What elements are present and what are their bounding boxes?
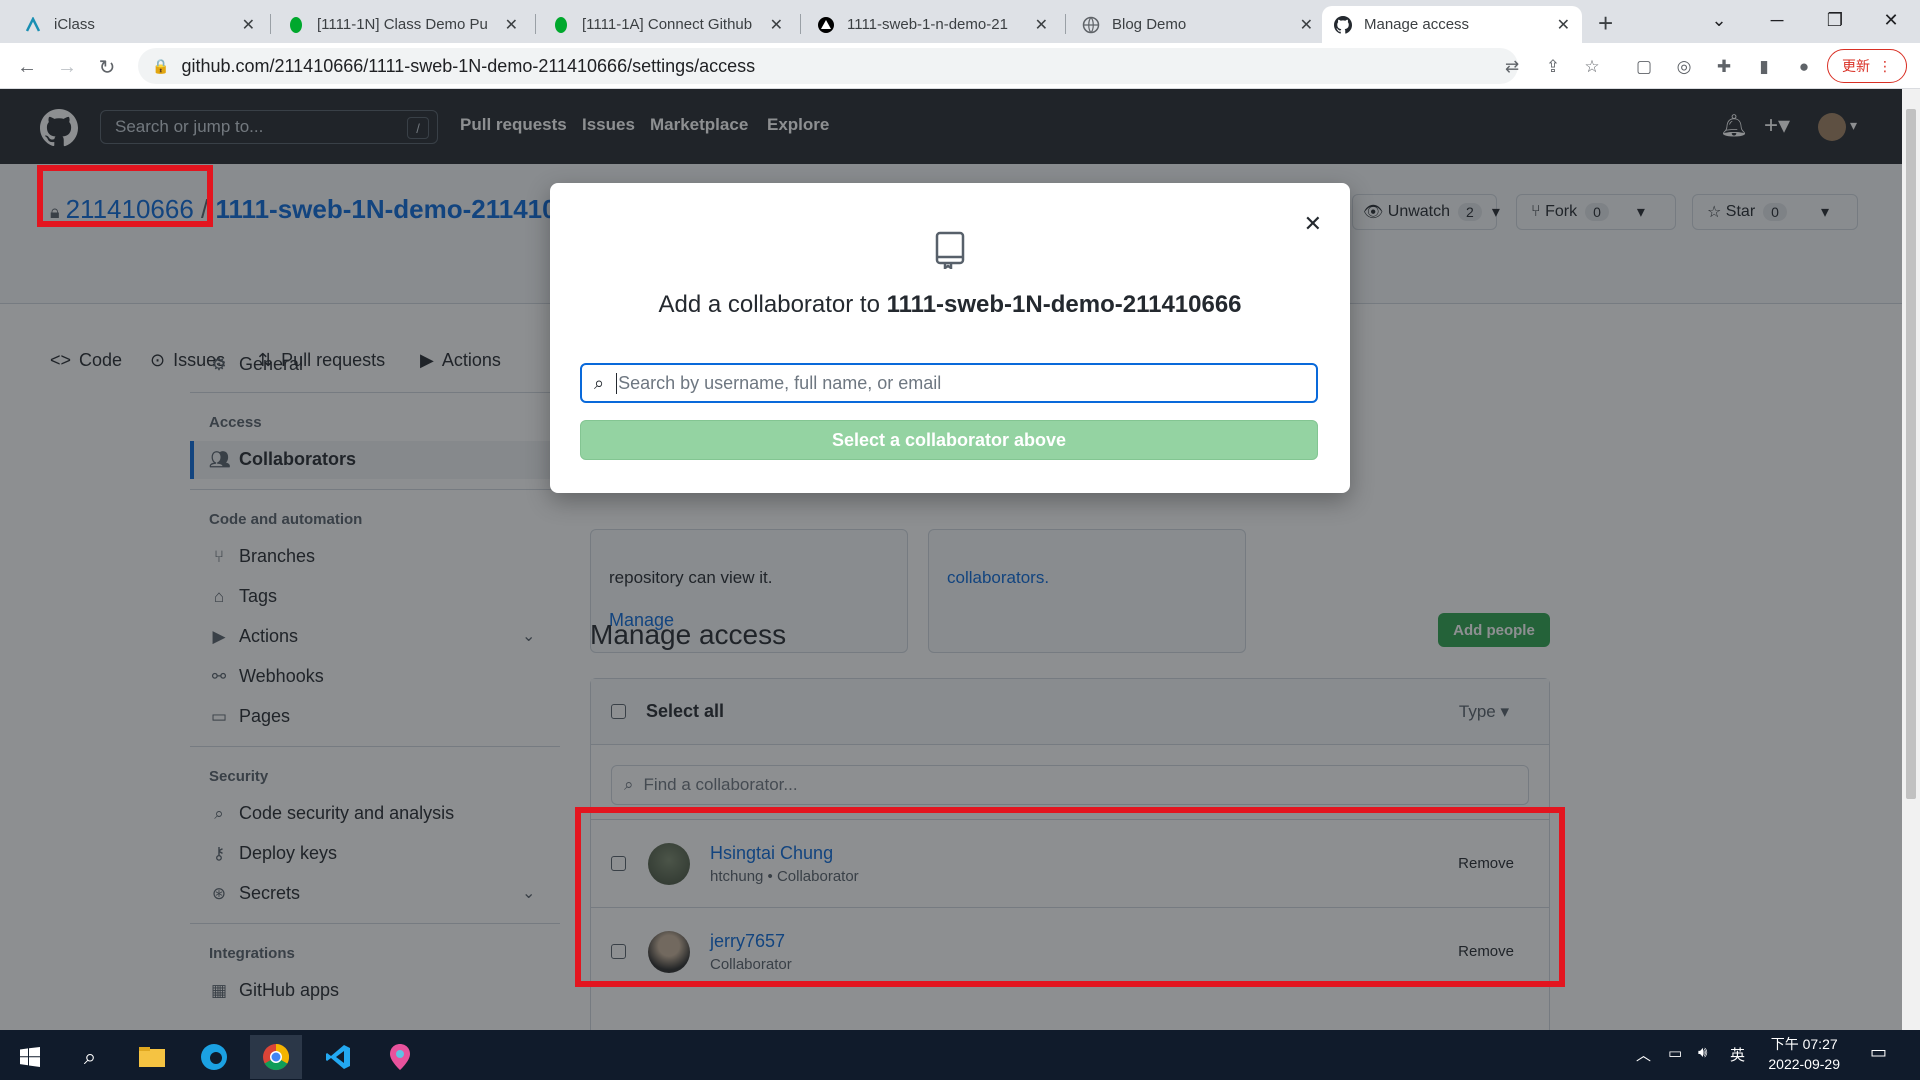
tab-class-demo[interactable]: [1111-1N] Class Demo Pu ✕: [275, 6, 530, 43]
tray-chevron-icon[interactable]: ︿: [1636, 1044, 1651, 1065]
chrome-icon[interactable]: [250, 1035, 302, 1079]
close-icon[interactable]: ✕: [242, 15, 255, 35]
profile-icon[interactable]: ●: [1792, 55, 1816, 79]
maps-pin-icon[interactable]: [374, 1035, 426, 1079]
add-collaborator-dialog: ✕ Add a collaborator to 1111-sweb-1N-dem…: [550, 183, 1350, 493]
side-panel-icon[interactable]: ▮: [1752, 55, 1776, 79]
volume-icon[interactable]: 🔊︎: [1698, 1044, 1707, 1061]
puzzle-icon[interactable]: ✚: [1712, 55, 1736, 79]
forward-icon[interactable]: →: [53, 53, 81, 81]
extension-icon[interactable]: ◎: [1672, 55, 1696, 79]
address-bar[interactable]: 🔒 github.com/211410666/1111-sweb-1N-demo…: [138, 48, 1518, 84]
dialog-title-prefix: Add a collaborator to: [658, 291, 880, 318]
clock-date: 2022-09-29: [1768, 1056, 1840, 1072]
translate-icon[interactable]: ⇄: [1500, 55, 1524, 79]
close-icon[interactable]: ✕: [1557, 15, 1570, 35]
bookmark-star-icon[interactable]: ☆: [1580, 55, 1604, 79]
tab-divider: [535, 14, 536, 34]
tab-divider: [800, 14, 801, 34]
lock-icon: 🔒: [152, 57, 170, 74]
tab-connect-github[interactable]: [1111-1A] Connect Github ✕: [540, 6, 795, 43]
iclass-icon: [24, 16, 42, 34]
tab-blog-demo[interactable]: Blog Demo ✕: [1070, 6, 1325, 43]
annotation-highlight: [575, 807, 1565, 987]
file-explorer-icon[interactable]: [126, 1035, 178, 1079]
restore-icon[interactable]: ❐: [1806, 0, 1864, 40]
search-placeholder: Search by username, full name, or email: [616, 372, 942, 394]
close-icon[interactable]: ✕: [1300, 15, 1313, 35]
new-tab-button[interactable]: +: [1598, 8, 1613, 39]
tab-divider: [1065, 14, 1066, 34]
browser-tab-strip: iClass ✕ [1111-1N] Class Demo Pu ✕ [1111…: [0, 0, 1920, 43]
minimize-icon[interactable]: ─: [1748, 0, 1806, 40]
page-viewport: Search or jump to... / Pull requests Iss…: [0, 89, 1902, 1030]
scrollbar-thumb[interactable]: [1906, 109, 1916, 799]
vercel-icon: [817, 16, 835, 34]
select-collaborator-button[interactable]: Select a collaborator above: [580, 420, 1318, 460]
globe-icon: [1082, 16, 1100, 34]
system-clock[interactable]: 下午 07:27 2022-09-29: [1768, 1034, 1840, 1074]
network-icon[interactable]: ▭: [1668, 1044, 1682, 1062]
tab-title: Manage access: [1364, 16, 1470, 33]
tab-divider: [270, 14, 271, 34]
dialog-title: Add a collaborator to 1111-sweb-1N-demo-…: [550, 291, 1350, 319]
scrollbar[interactable]: [1902, 89, 1920, 1030]
dialog-repo-name: 1111-sweb-1N-demo-211410666: [886, 291, 1242, 318]
more-icon: ⋮: [1878, 57, 1892, 74]
close-icon[interactable]: ✕: [1035, 15, 1048, 35]
tab-title: Blog Demo: [1112, 16, 1187, 33]
github-icon: [1334, 15, 1352, 34]
tab-manage-access[interactable]: Manage access ✕: [1322, 6, 1582, 43]
windows-taskbar: ⌕ ︿ ▭ 🔊︎ 英 下午 07:27 2022-09-29 ▭: [0, 1030, 1920, 1080]
tab-title: 1111-sweb-1-n-demo-21: [847, 16, 1008, 33]
update-label: 更新: [1842, 58, 1870, 74]
tab-iclass[interactable]: iClass ✕: [12, 6, 267, 43]
collaborator-search-input[interactable]: ⌕ Search by username, full name, or emai…: [580, 363, 1318, 403]
browser-toolbar: ← → ↻ 🔒 github.com/211410666/1111-sweb-1…: [0, 43, 1920, 89]
reload-icon[interactable]: ↻: [93, 53, 121, 81]
ime-indicator[interactable]: 英: [1730, 1044, 1745, 1065]
repo-icon: [934, 231, 966, 274]
tab-vercel-demo[interactable]: 1111-sweb-1-n-demo-21 ✕: [805, 6, 1060, 43]
tab-title: iClass: [54, 16, 95, 33]
window-close-icon[interactable]: ✕: [1862, 0, 1920, 40]
extension-icon[interactable]: ▢: [1632, 55, 1656, 79]
edge-icon[interactable]: [188, 1035, 240, 1079]
windows-start-icon[interactable]: [4, 1035, 56, 1079]
back-icon[interactable]: ←: [13, 53, 41, 81]
evernote-icon: [287, 16, 305, 34]
close-icon[interactable]: ✕: [770, 15, 783, 35]
close-icon[interactable]: ✕: [505, 15, 518, 35]
url-text: github.com/211410666/1111-sweb-1N-demo-2…: [181, 55, 756, 76]
update-button[interactable]: 更新 ⋮: [1827, 49, 1907, 83]
notification-icon[interactable]: ▭: [1870, 1042, 1887, 1063]
clock-time: 下午 07:27: [1770, 1036, 1838, 1052]
vscode-icon[interactable]: [312, 1035, 364, 1079]
tab-search-icon[interactable]: ⌄: [1690, 0, 1748, 40]
search-icon: ⌕: [594, 372, 605, 393]
annotation-highlight: [37, 165, 213, 227]
search-icon[interactable]: ⌕: [64, 1035, 116, 1079]
close-icon[interactable]: ✕: [1304, 211, 1322, 237]
share-icon[interactable]: ⇪: [1541, 55, 1565, 79]
tab-title: [1111-1N] Class Demo Pu: [317, 16, 488, 33]
tab-title: [1111-1A] Connect Github: [582, 16, 753, 33]
evernote-icon: [552, 16, 570, 34]
